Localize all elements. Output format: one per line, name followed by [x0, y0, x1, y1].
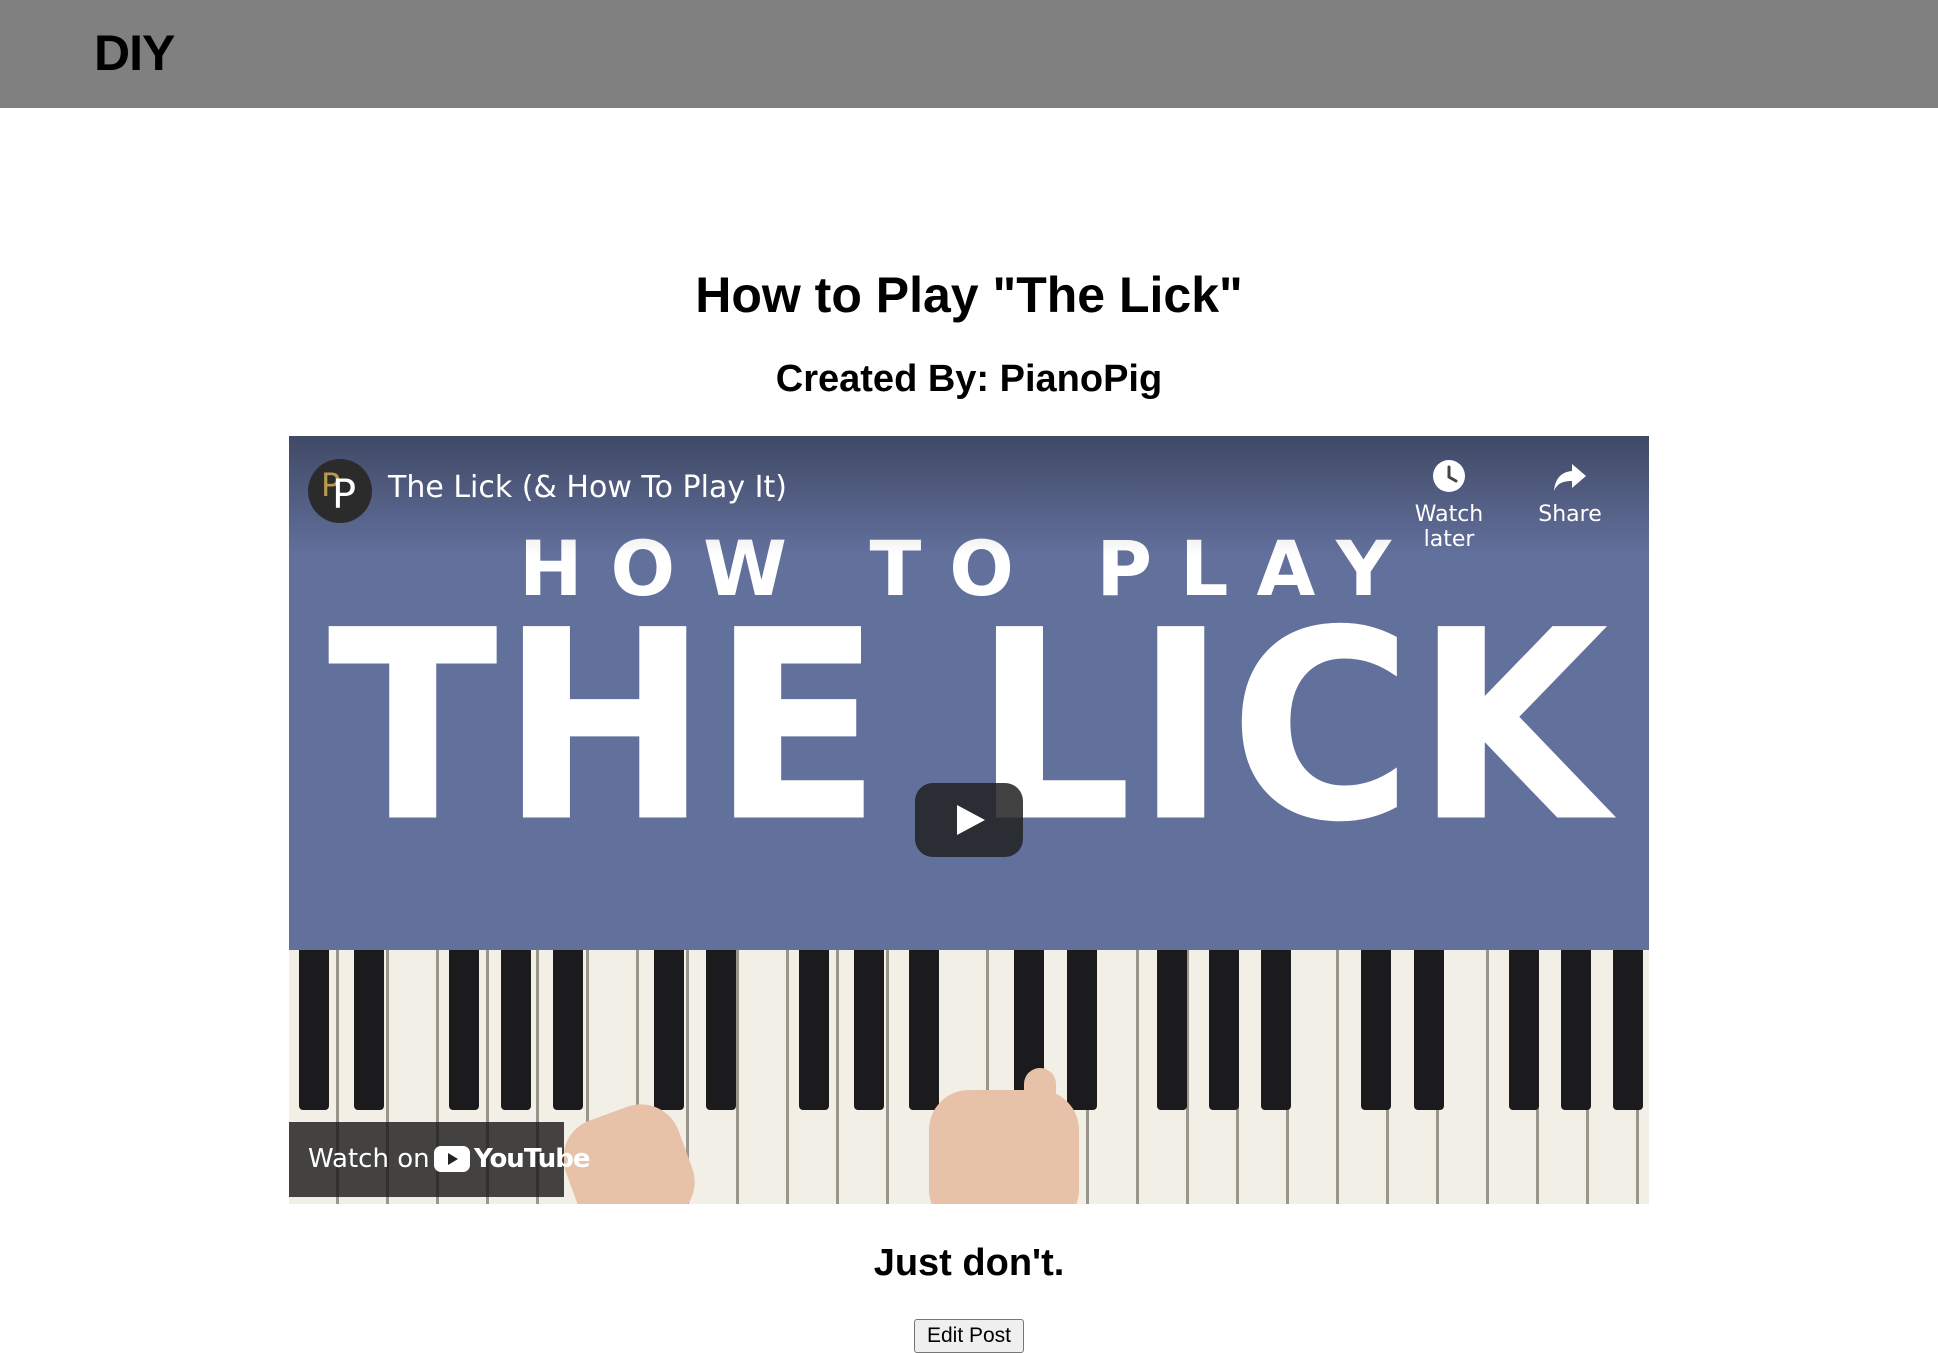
post-title: How to Play "The Lick" — [695, 267, 1243, 323]
embedded-video[interactable]: HOW TO PLAY THE LICK P P The Lick (& How… — [289, 436, 1649, 1204]
watch-later-button[interactable]: Watch later — [1389, 456, 1509, 552]
post-body: Just don't. — [873, 1242, 1065, 1284]
play-icon — [957, 805, 985, 835]
youtube-logo-icon — [434, 1146, 470, 1172]
site-header: DIY — [0, 0, 1938, 108]
watch-on-label: Watch on — [308, 1144, 430, 1174]
clock-icon — [1433, 460, 1465, 492]
share-arrow-icon — [1554, 464, 1586, 491]
share-label: Share — [1538, 502, 1602, 527]
post-author: Created By: PianoPig — [775, 358, 1163, 400]
share-button[interactable]: Share — [1515, 456, 1625, 527]
youtube-wordmark: YouTube — [474, 1144, 590, 1174]
channel-avatar[interactable]: PP — [308, 459, 372, 523]
play-button[interactable] — [915, 783, 1023, 857]
edit-post-button[interactable]: Edit Post — [914, 1319, 1024, 1353]
watch-later-label: Watch later — [1414, 502, 1484, 552]
video-title[interactable]: The Lick (& How To Play It) — [388, 470, 787, 505]
watch-on-youtube-button[interactable]: Watch on YouTube — [289, 1122, 590, 1197]
site-logo[interactable]: DIY — [94, 24, 175, 82]
